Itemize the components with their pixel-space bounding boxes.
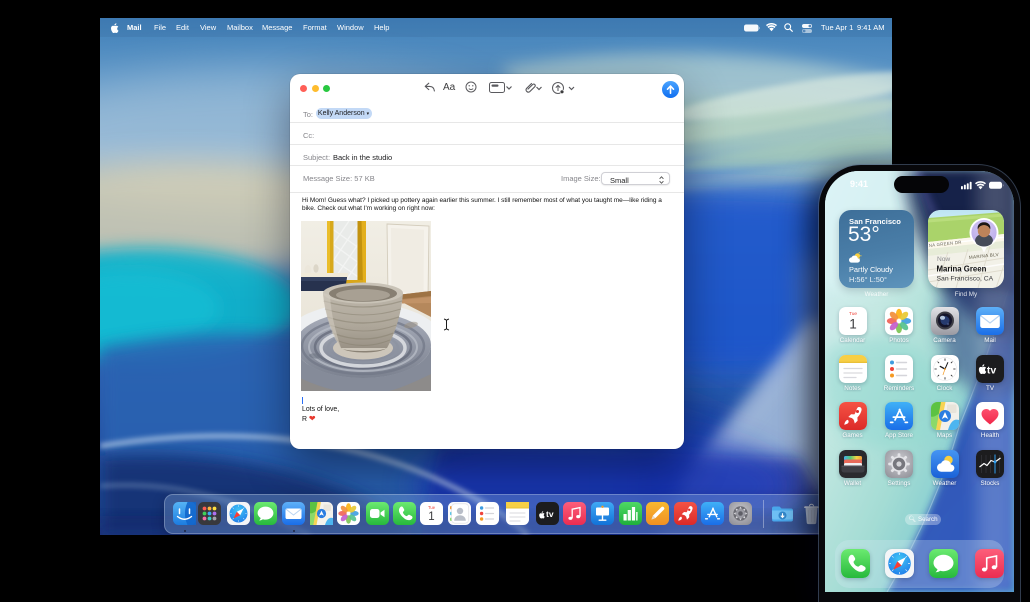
svg-text:Marina Green: Marina Green: [937, 265, 987, 274]
svg-text:tv: tv: [987, 364, 996, 376]
svg-text:1: 1: [428, 511, 434, 523]
svg-text:Now: Now: [937, 256, 950, 263]
svg-text:San Francisco, CA: San Francisco, CA: [937, 276, 994, 283]
svg-text:Tue: Tue: [428, 505, 436, 510]
svg-text:tv: tv: [546, 509, 554, 519]
svg-text:1: 1: [849, 317, 857, 332]
